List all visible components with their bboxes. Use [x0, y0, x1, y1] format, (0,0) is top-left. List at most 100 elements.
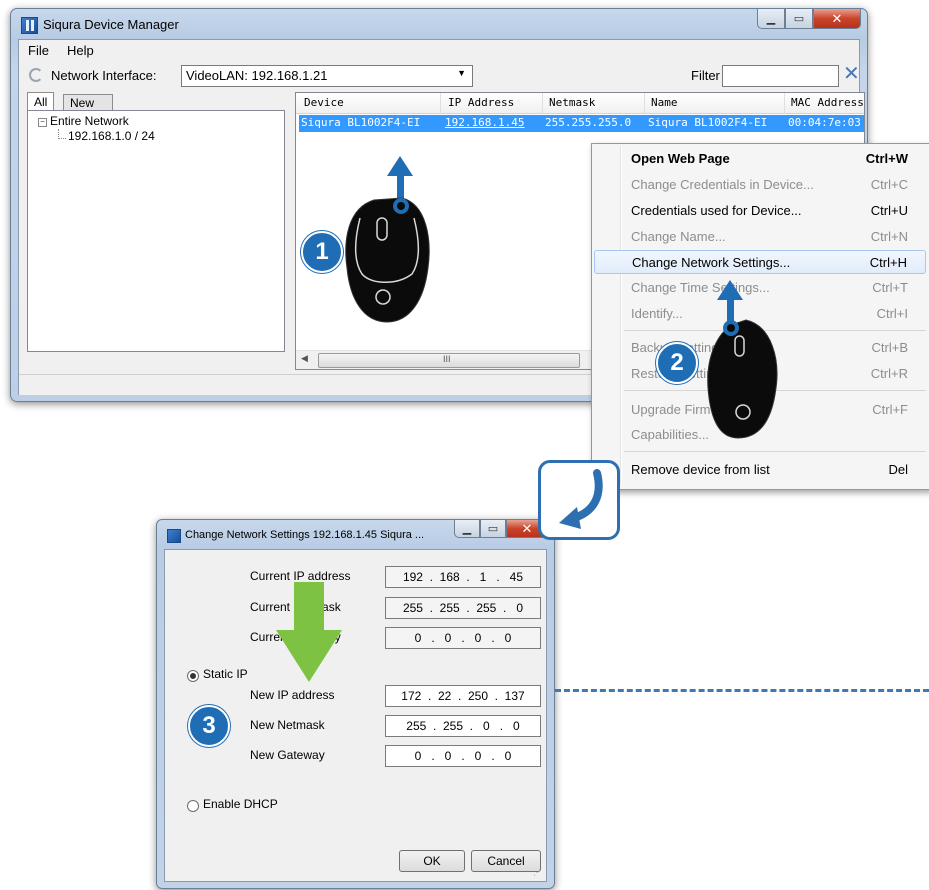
app-icon	[167, 529, 181, 543]
network-tree: − Entire Network 192.168.1.0 / 24	[27, 110, 285, 352]
column-separator	[542, 93, 543, 113]
column-mac-address[interactable]: MAC Address	[791, 96, 864, 109]
tab-all[interactable]: All	[27, 92, 55, 111]
menu-item-shortcut: Del	[888, 462, 908, 477]
menu-item-shortcut: Ctrl+H	[869, 255, 907, 270]
cell-device: Siqura BL1002F4-EI	[301, 116, 421, 129]
current-ip-field: 192 . 168 . 1 . 45	[385, 566, 541, 588]
filter-input[interactable]	[722, 65, 839, 87]
curved-arrow-icon	[559, 469, 603, 529]
maximize-icon: ▭	[793, 13, 805, 25]
new-ip-label: New IP address	[250, 688, 335, 702]
dropdown-arrow-icon: ▼	[457, 68, 466, 78]
tree-item-subnet[interactable]: 192.168.1.0 / 24	[68, 129, 155, 143]
menu-item-shortcut: Ctrl+W	[865, 151, 908, 166]
scroll-left-icon[interactable]: ◀	[301, 353, 308, 364]
dialog-minimize-button[interactable]: ▁	[454, 520, 480, 538]
new-netmask-field[interactable]: 255 . 255 . 0 . 0	[385, 715, 541, 737]
menu-item-label: Credentials used for Device...	[631, 203, 802, 218]
filter-label: Filter	[691, 68, 720, 83]
close-button[interactable]: ✕	[813, 9, 861, 29]
menu-help[interactable]: Help	[58, 40, 103, 62]
list-header: Device IP Address Netmask Name MAC Addre…	[296, 93, 864, 114]
clear-filter-icon[interactable]: ✕	[843, 64, 860, 84]
step-badge-1: 1	[301, 231, 343, 273]
next-step-box	[538, 460, 620, 540]
menu-item-shortcut: Ctrl+R	[870, 366, 908, 381]
menu-item-shortcut: Ctrl+I	[876, 306, 908, 321]
toolbar: Network Interface: VideoLAN: 192.168.1.2…	[19, 62, 860, 90]
network-interface-label: Network Interface:	[51, 68, 157, 83]
network-interface-value: VideoLAN: 192.168.1.21	[186, 68, 328, 83]
refresh-icon[interactable]	[29, 68, 43, 82]
static-ip-radio[interactable]	[187, 670, 199, 682]
menu-bar: File Help	[19, 40, 859, 62]
column-separator	[644, 93, 645, 113]
current-gateway-field: 0 . 0 . 0 . 0	[385, 627, 541, 649]
menu-item-label: Change Name...	[631, 229, 726, 244]
dialog-title: Change Network Settings 192.168.1.45 Siq…	[185, 529, 425, 541]
menu-item-label: Remove device from list	[631, 462, 770, 477]
table-row[interactable]: Siqura BL1002F4-EI 192.168.1.45 255.255.…	[299, 115, 864, 132]
menu-item-shortcut: Ctrl+C	[870, 177, 908, 192]
column-netmask[interactable]: Netmask	[549, 96, 595, 109]
column-separator	[440, 93, 441, 113]
enable-dhcp-radio[interactable]	[187, 800, 199, 812]
column-ip-address[interactable]: IP Address	[448, 96, 514, 109]
minimize-icon: ▁	[766, 13, 776, 25]
cell-mac: 00:04:7e:03	[788, 116, 861, 129]
close-icon: ✕	[831, 10, 843, 26]
minimize-button[interactable]: ▁	[757, 9, 785, 29]
close-icon: ✕	[521, 520, 533, 536]
cancel-button[interactable]: Cancel	[471, 850, 541, 872]
ok-button[interactable]: OK	[399, 850, 465, 872]
maximize-button[interactable]: ▭	[785, 9, 813, 29]
step-badge-2: 2	[656, 342, 698, 384]
down-arrow-icon	[276, 582, 342, 682]
menu-item-shortcut: Ctrl+F	[872, 402, 908, 417]
dialog-caption-buttons: ▁ ▭ ✕	[454, 520, 548, 540]
menu-item-label: Change Credentials in Device...	[631, 177, 814, 192]
menu-item-open-web-page[interactable]: Open Web Page Ctrl+W	[594, 147, 926, 171]
menu-item-label: Identify...	[631, 306, 683, 321]
new-netmask-label: New Netmask	[250, 718, 325, 732]
menu-item-shortcut: Ctrl+T	[872, 280, 908, 295]
change-network-settings-dialog: Change Network Settings 192.168.1.45 Siq…	[156, 519, 555, 889]
current-netmask-field: 255 . 255 . 255 . 0	[385, 597, 541, 619]
menu-item-shortcut: Ctrl+N	[870, 229, 908, 244]
collapse-icon[interactable]: −	[38, 118, 47, 127]
dialog-maximize-button[interactable]: ▭	[480, 520, 506, 538]
maximize-icon: ▭	[487, 523, 499, 535]
tree-item-entire-network[interactable]: Entire Network	[50, 114, 129, 128]
column-name[interactable]: Name	[651, 96, 678, 109]
menu-item-change-network-settings[interactable]: Change Network Settings... Ctrl+H	[594, 250, 926, 274]
cell-netmask: 255.255.255.0	[545, 116, 632, 129]
tree-connector	[58, 129, 66, 139]
network-interface-select[interactable]: VideoLAN: 192.168.1.21 ▼	[181, 65, 473, 87]
mouse-icon	[345, 156, 430, 323]
window-title: Siqura Device Manager	[43, 17, 179, 32]
app-icon	[21, 17, 38, 34]
menu-item-change-name[interactable]: Change Name... Ctrl+N	[594, 225, 926, 249]
menu-item-label: Change Network Settings...	[632, 255, 791, 270]
menu-item-remove-device[interactable]: Remove device from list Del	[594, 458, 926, 482]
menu-item-shortcut: Ctrl+U	[870, 203, 908, 218]
menu-item-label: Open Web Page	[631, 151, 730, 166]
menu-item-label: Capabilities...	[631, 427, 710, 442]
menu-item-credentials-used[interactable]: Credentials used for Device... Ctrl+U	[594, 199, 926, 223]
menu-file[interactable]: File	[19, 40, 58, 62]
new-ip-field[interactable]: 172 . 22 . 250 . 137	[385, 685, 541, 707]
dashed-connector	[555, 689, 929, 692]
menu-item-change-credentials[interactable]: Change Credentials in Device... Ctrl+C	[594, 173, 926, 197]
scroll-thumb[interactable]: III	[318, 353, 580, 368]
current-ip-label: Current IP address	[250, 569, 351, 583]
menu-item-shortcut: Ctrl+B	[871, 340, 908, 355]
tab-new[interactable]: New	[63, 94, 113, 111]
menu-separator	[624, 451, 926, 452]
title-bar[interactable]: Siqura Device Manager ▁ ▭ ✕	[11, 9, 867, 39]
enable-dhcp-label: Enable DHCP	[203, 797, 278, 811]
resize-grip-icon[interactable]: ⋰	[533, 868, 541, 877]
cell-ip-link[interactable]: 192.168.1.45	[445, 116, 524, 129]
column-device[interactable]: Device	[304, 96, 344, 109]
new-gateway-field[interactable]: 0 . 0 . 0 . 0	[385, 745, 541, 767]
